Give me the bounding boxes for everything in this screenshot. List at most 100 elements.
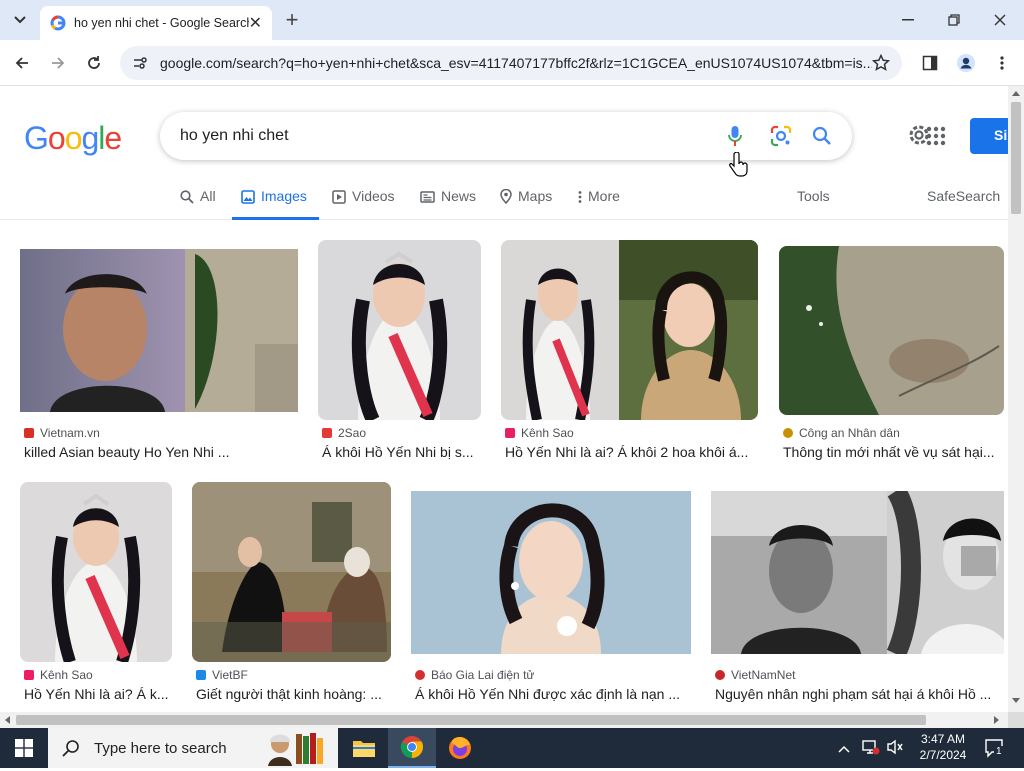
tab-more[interactable]: More	[578, 188, 620, 220]
result-source[interactable]: VietBF	[196, 668, 248, 682]
scroll-left-arrow-icon[interactable]	[4, 716, 10, 724]
result-image-2[interactable]	[318, 240, 481, 420]
tools-button[interactable]: Tools	[797, 188, 830, 220]
search-input[interactable]: ho yen nhi chet	[180, 127, 728, 145]
result-source[interactable]: Báo Gia Lai điện tử	[415, 668, 534, 682]
side-panel-icon[interactable]	[916, 49, 944, 77]
result-image-6[interactable]	[192, 482, 391, 662]
firefox-icon[interactable]	[436, 728, 484, 768]
chrome-menu-icon[interactable]	[988, 49, 1016, 77]
source-name: VietBF	[212, 668, 248, 682]
source-favicon-icon	[505, 428, 515, 438]
result-source[interactable]: Vietnam.vn	[24, 426, 100, 440]
vertical-scroll-thumb[interactable]	[1011, 102, 1021, 214]
forward-icon[interactable]	[44, 49, 72, 77]
tab-label: News	[441, 188, 477, 204]
result-title[interactable]: Hồ Yến Nhi là ai? Á khôi 2 hoa khôi á...	[505, 444, 755, 460]
result-source[interactable]: VietNamNet	[715, 668, 795, 682]
close-window-icon[interactable]	[986, 6, 1014, 34]
browser-tab[interactable]: ho yen nhi chet - Google Search ✕	[40, 6, 272, 40]
start-button[interactable]	[0, 728, 48, 768]
file-explorer-icon[interactable]	[340, 728, 388, 768]
new-tab-icon[interactable]: +	[278, 6, 306, 34]
source-name: Kênh Sao	[40, 668, 93, 682]
result-title[interactable]: Nguyên nhân nghi phạm sát hại á khôi Hồ …	[715, 686, 1000, 702]
search-icon[interactable]	[812, 126, 832, 146]
source-name: Vietnam.vn	[40, 426, 100, 440]
result-title[interactable]: Á khôi Hồ Yến Nhi được xác định là nạn .…	[415, 686, 690, 702]
clock-date: 2/7/2024	[919, 748, 967, 762]
reload-icon[interactable]	[80, 49, 108, 77]
source-name: Báo Gia Lai điện tử	[431, 668, 535, 682]
result-source[interactable]: Công an Nhân dân	[783, 426, 900, 440]
search-highlight-image	[258, 730, 334, 766]
profile-avatar-icon[interactable]	[952, 49, 980, 77]
back-icon[interactable]	[8, 49, 36, 77]
show-hidden-icons-chevron-icon[interactable]	[838, 740, 850, 758]
result-image-1[interactable]	[20, 249, 298, 412]
source-favicon-icon	[196, 670, 206, 680]
play-icon	[332, 190, 346, 204]
sign-in-button[interactable]: Si	[970, 118, 1008, 154]
vertical-scrollbar[interactable]	[1008, 86, 1024, 712]
network-icon[interactable]	[862, 738, 880, 761]
volume-muted-icon[interactable]	[886, 738, 904, 761]
google-logo-letter: o	[47, 120, 66, 156]
result-title[interactable]: Thông tin mới nhất về vụ sát hại...	[783, 444, 1003, 460]
horizontal-scroll-thumb[interactable]	[16, 715, 926, 725]
restore-icon[interactable]	[940, 6, 968, 34]
search-box[interactable]: ho yen nhi chet	[160, 112, 852, 160]
scroll-up-arrow-icon[interactable]	[1012, 90, 1020, 96]
result-image-7[interactable]	[411, 491, 691, 654]
site-info-icon[interactable]	[132, 55, 148, 71]
source-name: Công an Nhân dân	[799, 426, 900, 440]
address-url: google.com/search?q=ho+yen+nhi+chet&sca_…	[160, 55, 872, 71]
safesearch-button[interactable]: SafeSearch	[927, 188, 1000, 220]
source-favicon-icon	[322, 428, 332, 438]
tab-images[interactable]: Images	[232, 188, 319, 220]
browser-toolbar: google.com/search?q=ho+yen+nhi+chet&sca_…	[0, 40, 1024, 86]
result-source[interactable]: Kênh Sao	[505, 426, 574, 440]
result-source[interactable]: 2Sao	[322, 426, 366, 440]
tab-videos[interactable]: Videos	[332, 188, 395, 220]
bookmark-star-icon[interactable]	[872, 54, 890, 72]
result-title[interactable]: Hồ Yến Nhi là ai? Á k...	[24, 686, 172, 702]
tab-close-icon[interactable]: ✕	[249, 13, 262, 33]
chrome-taskbar-icon[interactable]	[388, 728, 436, 768]
google-logo[interactable]: Google	[24, 120, 122, 157]
google-favicon-icon	[50, 15, 66, 31]
tab-maps[interactable]: Maps	[500, 188, 552, 220]
search-icon	[180, 190, 194, 204]
news-icon	[420, 191, 435, 203]
taskbar-search-placeholder: Type here to search	[94, 739, 227, 757]
result-title[interactable]: Á khôi Hồ Yến Nhi bị s...	[322, 444, 482, 460]
notification-count: 1	[994, 746, 1004, 757]
google-logo-letter: G	[24, 120, 49, 156]
google-apps-icon[interactable]	[926, 126, 946, 151]
safesearch-label: SafeSearch	[927, 188, 1001, 204]
result-source[interactable]: Kênh Sao	[24, 668, 93, 682]
scroll-right-arrow-icon[interactable]	[994, 716, 1000, 724]
tab-strip: ho yen nhi chet - Google Search ✕ +	[0, 0, 1024, 40]
tab-label: Maps	[518, 188, 553, 204]
lens-search-icon[interactable]	[770, 125, 792, 147]
result-image-3[interactable]	[501, 240, 758, 420]
result-image-8[interactable]	[711, 491, 1004, 654]
voice-search-icon[interactable]	[728, 125, 742, 147]
tab-search-dropdown-icon[interactable]	[6, 6, 34, 34]
result-image-4[interactable]	[779, 246, 1004, 415]
result-image-5[interactable]	[20, 482, 172, 662]
tab-all[interactable]: All	[180, 188, 216, 220]
address-bar[interactable]: google.com/search?q=ho+yen+nhi+chet&sca_…	[120, 46, 902, 80]
clock[interactable]: 3:47 AM 2/7/2024	[914, 731, 972, 763]
map-pin-icon	[500, 189, 512, 204]
notification-icon[interactable]: 1	[984, 738, 1004, 763]
search-icon	[62, 740, 79, 757]
minimize-icon[interactable]	[894, 6, 922, 34]
result-title[interactable]: killed Asian beauty Ho Yen Nhi ...	[24, 444, 304, 460]
clock-time: 3:47 AM	[920, 732, 966, 746]
tab-news[interactable]: News	[420, 188, 476, 220]
scroll-down-arrow-icon[interactable]	[1012, 698, 1020, 704]
horizontal-scrollbar[interactable]	[0, 712, 1008, 728]
result-title[interactable]: Giết người thật kinh hoàng: ...	[196, 686, 391, 702]
